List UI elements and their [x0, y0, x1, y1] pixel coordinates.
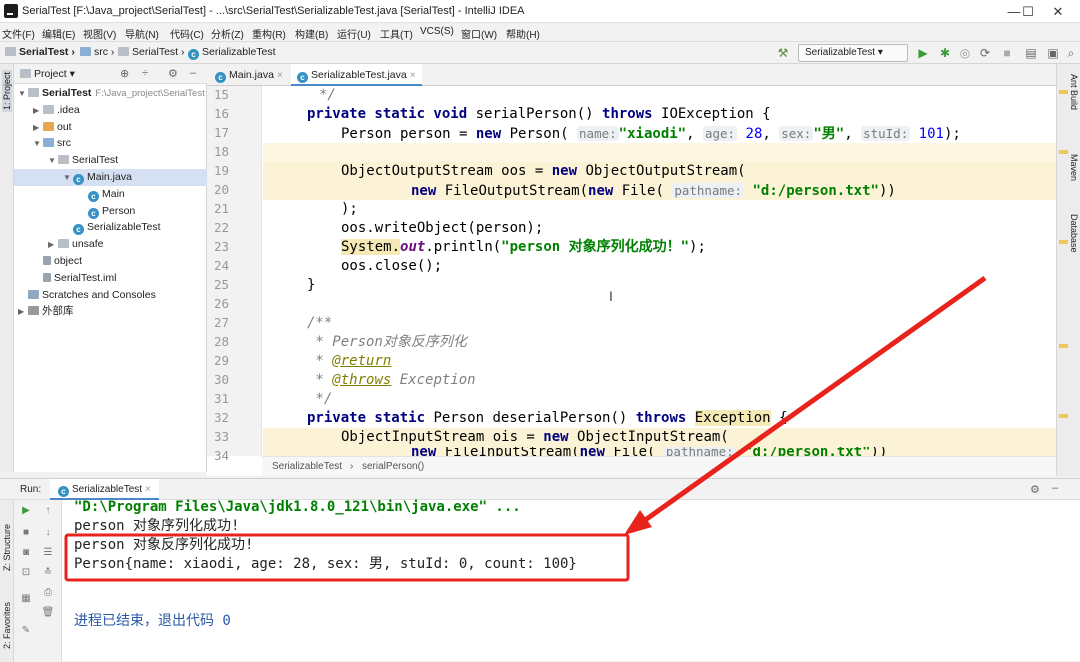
arrow-head — [624, 510, 652, 535]
highlight-box — [64, 533, 630, 582]
arrow-line — [632, 275, 987, 531]
annotation-overlay — [64, 275, 987, 582]
